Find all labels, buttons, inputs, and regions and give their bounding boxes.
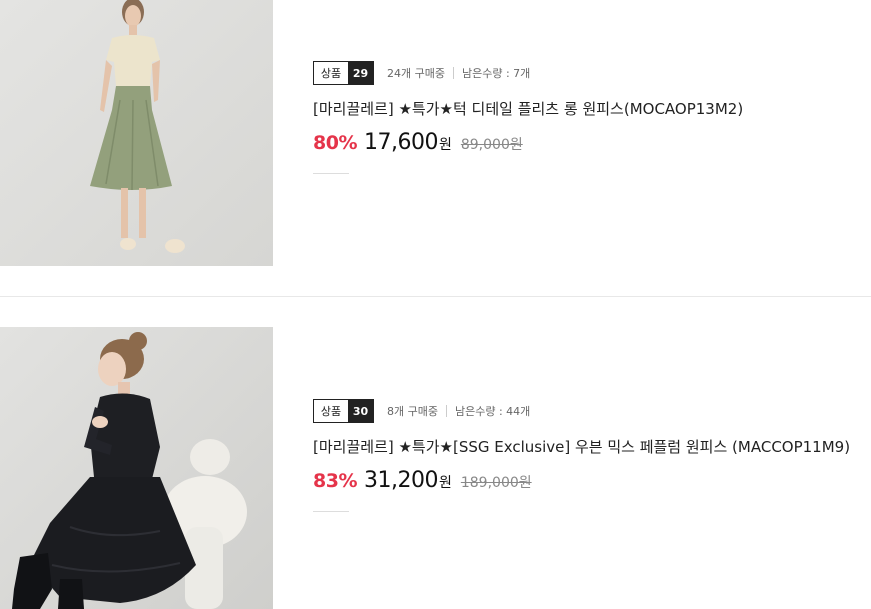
divider-line (313, 173, 349, 174)
stock-left: 남은수량 : 44개 (454, 405, 531, 418)
original-price: 89,000원 (460, 137, 523, 153)
lot-badge: 상품 29 (313, 61, 374, 85)
lot-badge-label: 상품 (314, 400, 348, 422)
price-row: 83% 31,200 원 189,000원 (313, 468, 871, 493)
original-price: 189,000원 (460, 475, 532, 491)
product-meta: 상품 29 24개 구매중 남은수량 : 7개 (313, 61, 871, 85)
product-title[interactable]: [마리끌레르] ★특가★턱 디테일 플리츠 롱 원피스(MOCAOP13M2) (313, 98, 871, 119)
lot-badge: 상품 30 (313, 399, 374, 423)
product-item: 상품 30 8개 구매중 남은수량 : 44개 [마리끌레르] ★특가★[SSG… (0, 297, 871, 609)
meta-divider (452, 67, 454, 79)
purchase-count: 8개 구매중 (387, 405, 438, 418)
currency-unit: 원 (438, 475, 452, 491)
sale-price: 17,600 (363, 130, 438, 155)
meta-divider (445, 405, 447, 417)
price-row: 80% 17,600 원 89,000원 (313, 130, 871, 155)
lot-badge-number: 30 (348, 400, 373, 422)
product-info: 상품 29 24개 구매중 남은수량 : 7개 [마리끌레르] ★특가★턱 디테… (313, 61, 871, 174)
discount-rate: 83% (313, 470, 357, 492)
sale-price: 31,200 (363, 468, 438, 493)
product-title[interactable]: [마리끌레르] ★특가★[SSG Exclusive] 우븐 믹스 페플럼 원피… (313, 436, 871, 457)
product-photo (0, 0, 273, 266)
product-image[interactable] (0, 0, 273, 266)
product-meta: 상품 30 8개 구매중 남은수량 : 44개 (313, 399, 871, 423)
divider-line (313, 511, 349, 512)
lot-badge-number: 29 (348, 62, 373, 84)
product-image[interactable] (0, 327, 273, 609)
lot-badge-label: 상품 (314, 62, 348, 84)
purchase-count: 24개 구매중 (387, 67, 445, 80)
discount-rate: 80% (313, 132, 357, 154)
currency-unit: 원 (438, 137, 452, 153)
product-photo (0, 327, 273, 609)
stock-left: 남은수량 : 7개 (461, 67, 531, 80)
product-item: 상품 29 24개 구매중 남은수량 : 7개 [마리끌레르] ★특가★턱 디테… (0, 0, 871, 297)
product-info: 상품 30 8개 구매중 남은수량 : 44개 [마리끌레르] ★특가★[SSG… (313, 399, 871, 512)
